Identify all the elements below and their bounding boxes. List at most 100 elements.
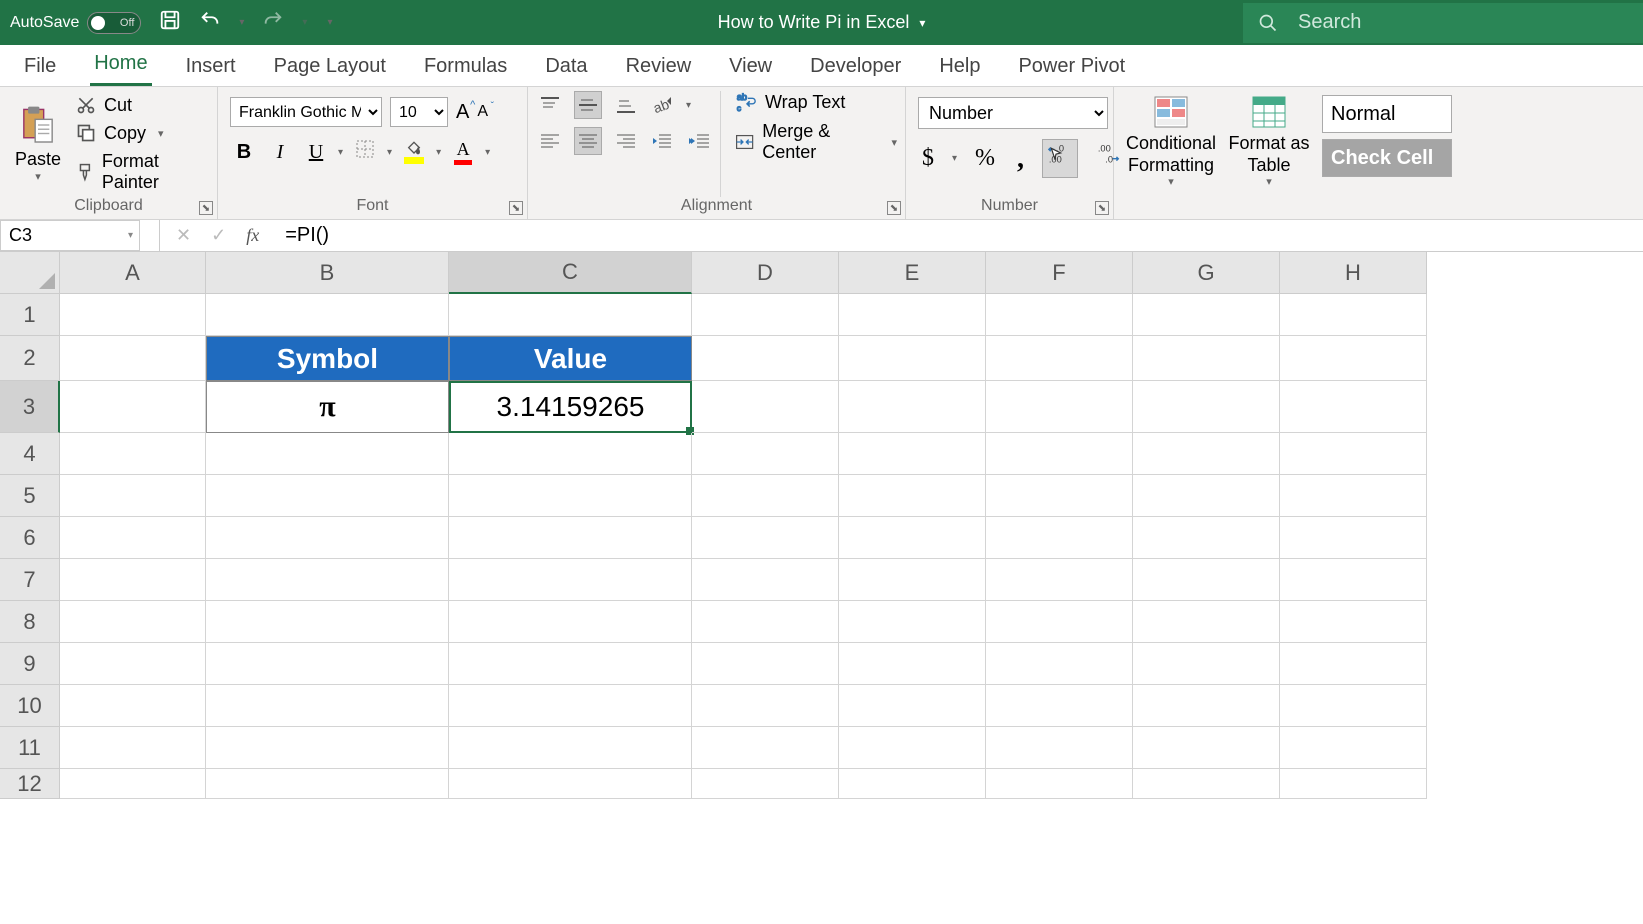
- increase-font-button[interactable]: A^: [456, 101, 469, 124]
- tab-file[interactable]: File: [20, 49, 60, 86]
- merge-center-button[interactable]: Merge & Center ▾: [731, 121, 897, 163]
- percent-button[interactable]: %: [971, 143, 999, 174]
- cell-C5[interactable]: [449, 475, 692, 517]
- font-launcher-icon[interactable]: ⬊: [509, 201, 523, 215]
- row-header-10[interactable]: 10: [0, 685, 60, 727]
- wrap-text-button[interactable]: abc Wrap Text: [731, 91, 897, 113]
- cell-C7[interactable]: [449, 559, 692, 601]
- cell-H3[interactable]: [1280, 381, 1427, 433]
- align-center-button[interactable]: [574, 127, 602, 155]
- cell-G6[interactable]: [1133, 517, 1280, 559]
- cell-E6[interactable]: [839, 517, 986, 559]
- cell-E12[interactable]: [839, 769, 986, 799]
- tab-formulas[interactable]: Formulas: [420, 49, 511, 86]
- qat-customize-icon[interactable]: ▾: [327, 17, 332, 28]
- cell-A9[interactable]: [60, 643, 206, 685]
- cell-B2[interactable]: Symbol: [206, 336, 449, 381]
- cell-G9[interactable]: [1133, 643, 1280, 685]
- cell-G2[interactable]: [1133, 336, 1280, 381]
- tab-data[interactable]: Data: [541, 49, 591, 86]
- cell-C11[interactable]: [449, 727, 692, 769]
- format-as-table-button[interactable]: Format as Table ▾: [1224, 95, 1314, 189]
- row-header-2[interactable]: 2: [0, 336, 60, 381]
- row-header-11[interactable]: 11: [0, 727, 60, 769]
- align-right-button[interactable]: [612, 127, 640, 155]
- autosave-control[interactable]: AutoSave Off: [10, 12, 141, 34]
- decrease-indent-button[interactable]: [648, 127, 676, 155]
- increase-indent-button[interactable]: [686, 127, 714, 155]
- cell-H11[interactable]: [1280, 727, 1427, 769]
- cell-C4[interactable]: [449, 433, 692, 475]
- chevron-down-icon[interactable]: ▾: [686, 100, 691, 111]
- cell-F10[interactable]: [986, 685, 1133, 727]
- column-header-E[interactable]: E: [839, 252, 986, 294]
- copy-button[interactable]: Copy ▾: [76, 123, 208, 144]
- tab-review[interactable]: Review: [622, 49, 696, 86]
- cell-G3[interactable]: [1133, 381, 1280, 433]
- tab-view[interactable]: View: [725, 49, 776, 86]
- cell-B8[interactable]: [206, 601, 449, 643]
- cell-D3[interactable]: [692, 381, 839, 433]
- cell-F7[interactable]: [986, 559, 1133, 601]
- save-icon[interactable]: [159, 9, 181, 36]
- cell-H12[interactable]: [1280, 769, 1427, 799]
- conditional-formatting-button[interactable]: Conditional Formatting ▾: [1126, 95, 1216, 189]
- cell-F12[interactable]: [986, 769, 1133, 799]
- paste-button[interactable]: Paste ▾: [8, 91, 68, 197]
- cell-H2[interactable]: [1280, 336, 1427, 381]
- cell-H6[interactable]: [1280, 517, 1427, 559]
- cell-B7[interactable]: [206, 559, 449, 601]
- search-box[interactable]: Search: [1243, 3, 1643, 43]
- cell-C9[interactable]: [449, 643, 692, 685]
- cell-E3[interactable]: [839, 381, 986, 433]
- align-middle-button[interactable]: [574, 91, 602, 119]
- cell-E10[interactable]: [839, 685, 986, 727]
- increase-decimal-button[interactable]: .0.00: [1042, 139, 1078, 178]
- select-all-button[interactable]: [0, 252, 60, 294]
- cell-B5[interactable]: [206, 475, 449, 517]
- cell-A1[interactable]: [60, 294, 206, 336]
- insert-function-icon[interactable]: fx: [246, 225, 259, 246]
- tab-home[interactable]: Home: [90, 46, 151, 86]
- cell-F11[interactable]: [986, 727, 1133, 769]
- cell-E2[interactable]: [839, 336, 986, 381]
- autosave-toggle[interactable]: Off: [87, 12, 141, 34]
- cell-H9[interactable]: [1280, 643, 1427, 685]
- cell-E11[interactable]: [839, 727, 986, 769]
- tab-insert[interactable]: Insert: [182, 49, 240, 86]
- redo-icon[interactable]: [262, 9, 284, 36]
- cell-E1[interactable]: [839, 294, 986, 336]
- cell-G11[interactable]: [1133, 727, 1280, 769]
- cell-style-check-cell[interactable]: Check Cell: [1322, 139, 1452, 177]
- cell-D11[interactable]: [692, 727, 839, 769]
- cell-B11[interactable]: [206, 727, 449, 769]
- column-header-F[interactable]: F: [986, 252, 1133, 294]
- cell-E7[interactable]: [839, 559, 986, 601]
- redo-dropdown-icon[interactable]: ▾: [302, 17, 307, 28]
- cell-D10[interactable]: [692, 685, 839, 727]
- tab-power-pivot[interactable]: Power Pivot: [1014, 49, 1129, 86]
- cancel-formula-icon[interactable]: ✕: [176, 225, 191, 246]
- cell-A8[interactable]: [60, 601, 206, 643]
- cell-G5[interactable]: [1133, 475, 1280, 517]
- cell-B10[interactable]: [206, 685, 449, 727]
- cell-E9[interactable]: [839, 643, 986, 685]
- cell-C1[interactable]: [449, 294, 692, 336]
- row-header-12[interactable]: 12: [0, 769, 60, 799]
- cell-D8[interactable]: [692, 601, 839, 643]
- alignment-launcher-icon[interactable]: ⬊: [887, 201, 901, 215]
- cell-F9[interactable]: [986, 643, 1133, 685]
- cell-F2[interactable]: [986, 336, 1133, 381]
- column-header-G[interactable]: G: [1133, 252, 1280, 294]
- align-bottom-button[interactable]: [612, 91, 640, 119]
- row-header-3[interactable]: 3: [0, 381, 60, 433]
- cell-C12[interactable]: [449, 769, 692, 799]
- tab-page-layout[interactable]: Page Layout: [270, 49, 390, 86]
- cell-E8[interactable]: [839, 601, 986, 643]
- cell-E5[interactable]: [839, 475, 986, 517]
- bold-button[interactable]: B: [230, 141, 258, 164]
- row-header-4[interactable]: 4: [0, 433, 60, 475]
- enter-formula-icon[interactable]: ✓: [211, 225, 226, 246]
- cell-B3[interactable]: π: [206, 381, 449, 433]
- chevron-down-icon[interactable]: ▾: [436, 147, 441, 158]
